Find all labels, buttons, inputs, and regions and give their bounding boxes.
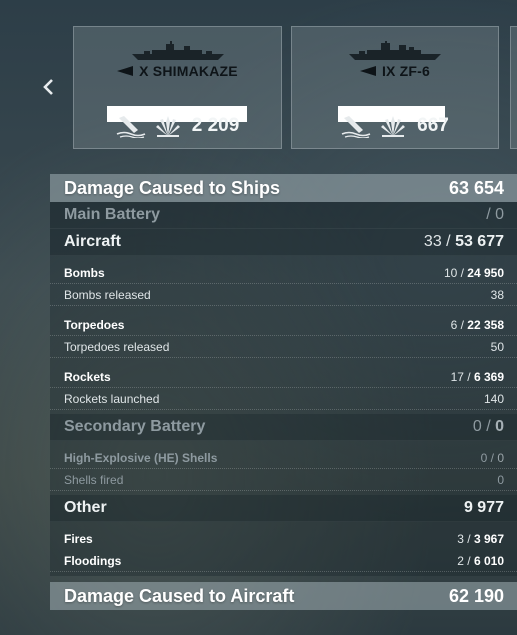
floodings-hits: 2 / bbox=[457, 553, 471, 568]
torpedoes-released-value: 50 bbox=[490, 339, 504, 354]
shells-fired-row: Shells fired 0 bbox=[50, 469, 517, 491]
secondary-battery-row: Secondary Battery 0 / 0 bbox=[50, 414, 517, 441]
floodings-label: Floodings bbox=[64, 553, 122, 568]
chevron-left-icon bbox=[43, 79, 53, 95]
rockets-launched-value: 140 bbox=[483, 391, 504, 406]
secondary-battery-label: Secondary Battery bbox=[64, 418, 206, 435]
explosion-icon bbox=[381, 116, 406, 137]
torpedoes-value: 22 358 bbox=[467, 317, 504, 332]
bombs-value: 24 950 bbox=[467, 265, 504, 280]
damage-stats-table: Damage Caused to Ships 63 654 Main Batte… bbox=[50, 174, 517, 610]
main-battery-label: Main Battery bbox=[64, 206, 161, 223]
damage-aircraft-value: 62 190 bbox=[448, 585, 504, 606]
rockets-launched-label: Rockets launched bbox=[64, 391, 160, 406]
main-battery-value: / 0 bbox=[486, 206, 504, 223]
rockets-hits: 17 / bbox=[450, 369, 471, 384]
ship-damage-value: 2 209 bbox=[191, 115, 240, 136]
ship-card[interactable] bbox=[510, 26, 517, 149]
aircraft-row: Aircraft 33 / 53 677 bbox=[50, 229, 517, 256]
fires-row: Fires 3 / 3 967 bbox=[50, 528, 517, 550]
he-shells-value: 0 bbox=[497, 450, 504, 465]
nation-flag-icon bbox=[359, 66, 376, 77]
ship-damage-value: 667 bbox=[417, 115, 449, 136]
secondary-breakdown: High-Explosive (HE) Shells 0 / 0 Shells … bbox=[50, 441, 517, 495]
torpedoes-released-row: Torpedoes released 50 bbox=[50, 336, 517, 358]
he-shells-row: High-Explosive (HE) Shells 0 / 0 bbox=[50, 447, 517, 469]
floodings-row: Floodings 2 / 6 010 bbox=[50, 550, 517, 572]
bombs-released-row: Bombs released 38 bbox=[50, 284, 517, 306]
torpedoes-released-label: Torpedoes released bbox=[64, 339, 170, 354]
explosion-icon bbox=[155, 116, 180, 137]
he-shells-label: High-Explosive (HE) Shells bbox=[64, 450, 218, 465]
torpedoes-row: Torpedoes 6 / 22 358 bbox=[50, 314, 517, 336]
damage-ships-label: Damage Caused to Ships bbox=[64, 177, 281, 198]
torpedoes-label: Torpedoes bbox=[64, 317, 125, 332]
ship-name: IX ZF-6 bbox=[292, 63, 498, 79]
carousel-prev-button[interactable] bbox=[36, 72, 62, 102]
rockets-launched-row: Rockets launched 140 bbox=[50, 388, 517, 410]
floodings-value: 6 010 bbox=[473, 553, 504, 568]
sunk-ship-icon bbox=[116, 116, 146, 138]
sunk-ship-icon bbox=[341, 116, 371, 138]
bombs-released-label: Bombs released bbox=[64, 287, 151, 302]
aircraft-breakdown: Bombs 10 / 24 950 Bombs released 38 Torp… bbox=[50, 256, 517, 414]
rockets-row: Rockets 17 / 6 369 bbox=[50, 366, 517, 388]
aircraft-hits: 33 / bbox=[423, 233, 451, 250]
aircraft-label: Aircraft bbox=[64, 233, 121, 250]
other-row: Other 9 977 bbox=[50, 495, 517, 522]
torpedoes-hits: 6 / bbox=[450, 317, 464, 332]
other-label: Other bbox=[64, 499, 107, 516]
ship-card[interactable]: IX ZF-6 667 bbox=[291, 26, 499, 149]
other-breakdown: Fires 3 / 3 967 Floodings 2 / 6 010 bbox=[50, 522, 517, 576]
other-value: 9 977 bbox=[463, 499, 504, 516]
ship-silhouette-icon bbox=[131, 41, 224, 60]
damage-ships-header: Damage Caused to Ships 63 654 bbox=[50, 174, 517, 202]
damage-aircraft-label: Damage Caused to Aircraft bbox=[64, 585, 295, 606]
ship-silhouette-icon bbox=[349, 41, 441, 60]
bombs-released-value: 38 bbox=[490, 287, 504, 302]
fires-label: Fires bbox=[64, 532, 93, 546]
main-battery-row: Main Battery / 0 bbox=[50, 202, 517, 229]
ship-card[interactable]: X SHIMAKAZE 2 209 bbox=[73, 26, 282, 149]
bombs-label: Bombs bbox=[64, 265, 105, 280]
he-shells-hits: 0 / bbox=[480, 450, 494, 465]
fires-hits: 3 / bbox=[457, 532, 471, 546]
damage-aircraft-header: Damage Caused to Aircraft 62 190 bbox=[50, 582, 517, 610]
bombs-row: Bombs 10 / 24 950 bbox=[50, 262, 517, 284]
shells-fired-value: 0 bbox=[497, 472, 504, 487]
rockets-label: Rockets bbox=[64, 369, 111, 384]
bombs-hits: 10 / bbox=[443, 265, 464, 280]
rockets-value: 6 369 bbox=[473, 369, 504, 384]
ship-name: X SHIMAKAZE bbox=[74, 63, 281, 79]
aircraft-value: 53 677 bbox=[455, 233, 504, 250]
secondary-hits: 0 / bbox=[472, 418, 491, 435]
nation-flag-icon bbox=[117, 66, 134, 77]
damage-ships-value: 63 654 bbox=[448, 177, 504, 198]
secondary-value: 0 bbox=[495, 418, 504, 435]
fires-value: 3 967 bbox=[473, 532, 504, 546]
shells-fired-label: Shells fired bbox=[64, 472, 124, 487]
